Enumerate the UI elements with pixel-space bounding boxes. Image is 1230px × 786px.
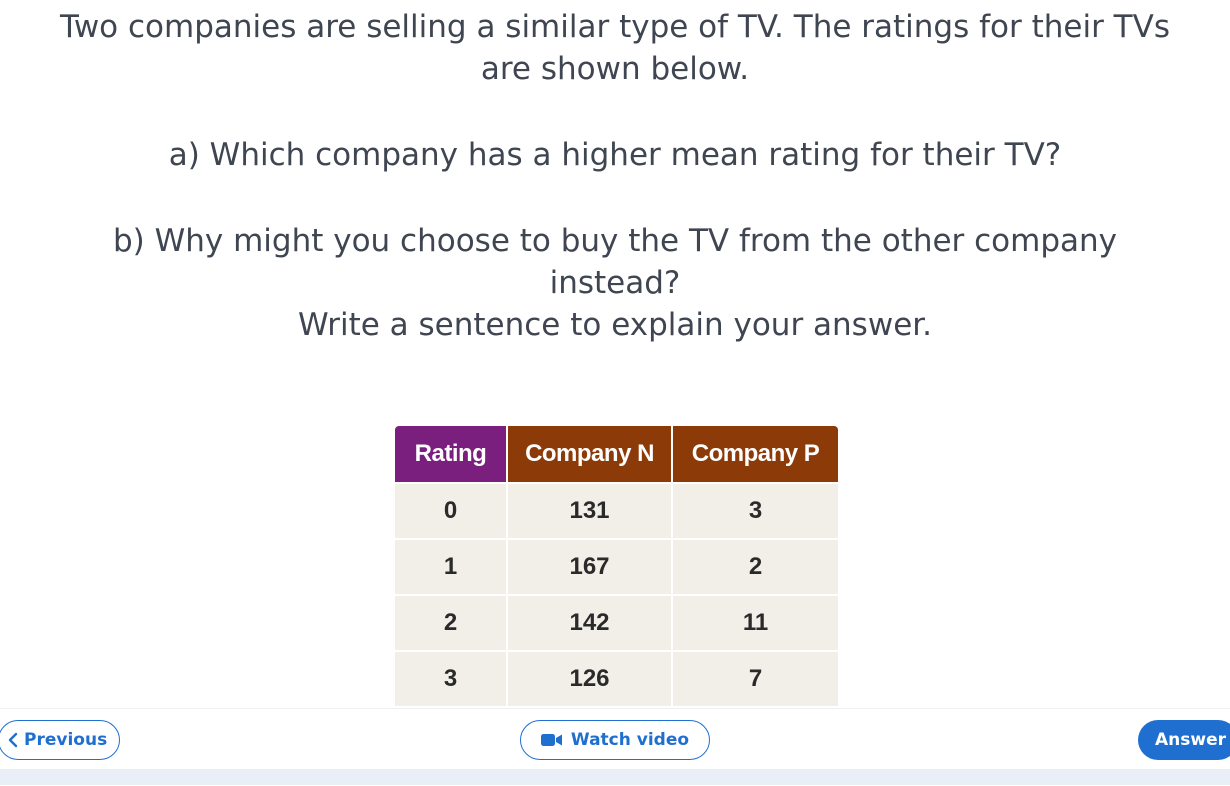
cell-company-p: 2 [672, 538, 838, 595]
cell-company-n: 126 [507, 650, 673, 706]
cell-company-n: 167 [507, 538, 673, 595]
cell-rating: 0 [395, 482, 508, 539]
ratings-table-container[interactable]: Rating Company N Company P 0 131 3 1 167… [395, 426, 838, 710]
question-part-a: a) Which company has a higher mean ratin… [168, 137, 1062, 173]
bottom-strip [0, 769, 1230, 785]
ratings-table: Rating Company N Company P 0 131 3 1 167… [395, 426, 838, 706]
cell-rating: 1 [395, 538, 508, 595]
question-part-b-line-2: instead? [549, 265, 681, 301]
cell-company-p: 3 [672, 482, 838, 539]
table-header-row: Rating Company N Company P [395, 426, 838, 483]
question-part-b-line-1: b) Why might you choose to buy the TV fr… [112, 223, 1118, 259]
cell-company-n: 131 [507, 482, 673, 539]
answer-button[interactable]: Answer [1138, 720, 1230, 760]
cell-company-p: 7 [672, 650, 838, 706]
cell-rating: 2 [395, 594, 508, 651]
question-intro-line-1: Two companies are selling a similar type… [60, 9, 1170, 45]
header-rating: Rating [395, 426, 508, 483]
table-row: 1 167 2 [395, 538, 838, 595]
cell-company-p: 11 [672, 594, 838, 651]
table-row: 3 126 7 [395, 650, 838, 706]
question-intro-line-2: are shown below. [480, 51, 750, 87]
watch-video-button[interactable]: Watch video [520, 720, 710, 760]
header-company-p: Company P [672, 426, 838, 483]
cell-company-n: 142 [507, 594, 673, 651]
chevron-left-icon [7, 732, 19, 748]
watch-video-button-label: Watch video [570, 730, 690, 750]
question-text: Two companies are selling a similar type… [0, 6, 1230, 346]
video-camera-icon [540, 733, 563, 747]
header-company-n: Company N [507, 426, 673, 483]
cell-rating: 3 [395, 650, 508, 706]
question-part-b-line-3: Write a sentence to explain your answer. [297, 307, 933, 343]
previous-button[interactable]: Previous [0, 720, 120, 760]
answer-button-label: Answer [1155, 730, 1226, 750]
table-row: 0 131 3 [395, 482, 838, 539]
table-row: 2 142 11 [395, 594, 838, 651]
previous-button-label: Previous [24, 730, 108, 750]
